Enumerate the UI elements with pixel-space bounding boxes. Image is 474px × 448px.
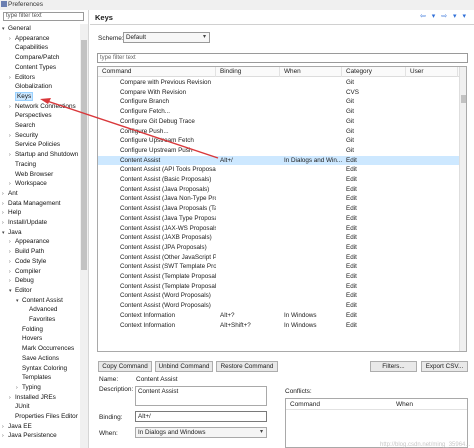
arrow-shaft — [43, 99, 219, 159]
red-arrow-annotation — [40, 98, 219, 159]
arrow-head — [40, 98, 51, 104]
